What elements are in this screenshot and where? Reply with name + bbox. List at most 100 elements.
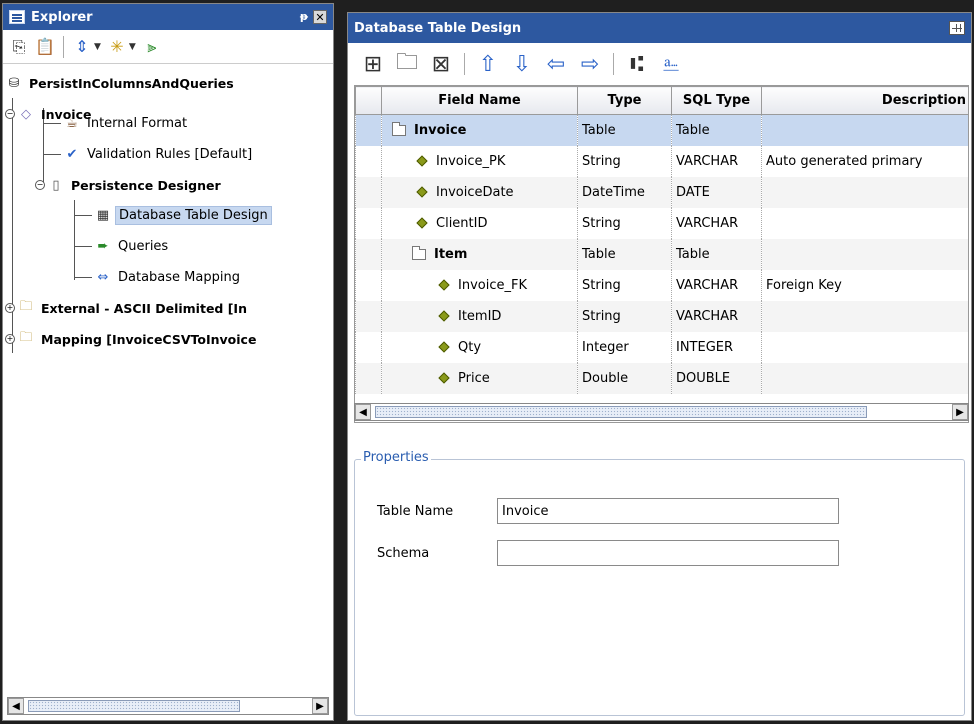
delete-icon[interactable]: ⊠ — [428, 51, 454, 77]
type-cell: Table — [577, 238, 672, 270]
field-diamond-icon — [416, 186, 428, 198]
explorer-toolbar: ⎘ 📋 ⇕ ▼ ✳ ▼ ⫸ — [3, 30, 333, 64]
column-header-type[interactable]: Type — [577, 86, 672, 115]
table-row[interactable]: ItemID String VARCHAR — [355, 300, 968, 332]
description-cell — [761, 331, 968, 363]
tree-line — [74, 277, 92, 278]
move-up-icon[interactable]: ⇧ — [475, 51, 501, 77]
explorer-tree: ⛁ PersistInColumnsAndQueries − ◇ Invoice… — [3, 64, 333, 353]
row-header — [355, 176, 382, 208]
column-header-sql-type[interactable]: SQL Type — [671, 86, 762, 115]
tree-line — [74, 246, 92, 247]
scroll-thumb[interactable] — [375, 406, 867, 418]
tree-item-persistence-designer[interactable]: − ▯ Persistence Designer — [35, 174, 224, 196]
row-header — [355, 362, 382, 394]
table-name-row: Table Name — [377, 498, 839, 524]
folder-new-icon — [412, 245, 426, 260]
scroll-left-icon[interactable]: ◀ — [8, 698, 24, 714]
add-folder-icon[interactable]: 🗀 — [394, 50, 420, 77]
sync-icon[interactable]: ⇕ — [72, 37, 92, 57]
tree-item-database-table-design[interactable]: ▦ Database Table Design — [94, 204, 272, 226]
tree-line — [74, 215, 92, 216]
move-left-icon[interactable]: ⇦ — [543, 51, 569, 77]
new-item-dropdown-icon[interactable]: ▼ — [129, 42, 136, 52]
row-header — [355, 331, 382, 363]
grid-icon[interactable] — [949, 21, 965, 35]
table-row[interactable]: Item Table Table — [355, 238, 968, 270]
copy-icon[interactable]: ⎘ — [9, 37, 29, 57]
tree-item-internal-format[interactable]: ☕ Internal Format — [63, 112, 190, 134]
table-row[interactable]: Qty Integer INTEGER — [355, 331, 968, 363]
properties-group: Properties Table Name Schema — [354, 450, 965, 716]
tree-item-queries[interactable]: ➨ Queries — [94, 235, 171, 257]
scroll-track[interactable] — [24, 698, 312, 714]
schema-input[interactable] — [497, 540, 839, 566]
tree-item-database-mapping[interactable]: ⇔ Database Mapping — [94, 266, 243, 288]
scroll-track[interactable] — [371, 404, 952, 420]
scroll-thumb[interactable] — [28, 700, 240, 712]
scroll-left-icon[interactable]: ◀ — [355, 404, 371, 420]
import-icon[interactable]: ⎁ — [658, 51, 684, 77]
table-row[interactable]: Invoice_PK String VARCHAR Auto generated… — [355, 145, 968, 177]
add-table-icon[interactable]: ⊞ — [360, 51, 386, 77]
folder-icon — [392, 121, 406, 136]
toolbar-separator — [464, 53, 465, 75]
sql-type-cell: DATE — [671, 176, 762, 208]
field-name-cell: Item — [434, 246, 468, 262]
tree-item-label: PersistInColumnsAndQueries — [29, 75, 234, 91]
expand-icon[interactable]: + — [5, 303, 15, 313]
table-row[interactable]: Price Double DOUBLE — [355, 362, 968, 394]
expand-icon[interactable]: + — [5, 334, 15, 344]
field-diamond-icon — [416, 155, 428, 167]
mapping-icon: ⇔ — [97, 269, 109, 285]
tree-line — [74, 200, 75, 280]
field-name-cell: Invoice_PK — [436, 153, 506, 169]
new-item-icon[interactable]: ✳ — [107, 37, 127, 57]
sync-dropdown-icon[interactable]: ▼ — [94, 42, 101, 52]
table-row[interactable]: Invoice_FK String VARCHAR Foreign Key — [355, 269, 968, 301]
designer-title: Database Table Design — [354, 20, 522, 36]
table-header-row: Field Name Type SQL Type Description — [355, 86, 968, 115]
pin-icon[interactable]: ᵽ — [297, 10, 311, 24]
tree-item-project[interactable]: ⛁ PersistInColumnsAndQueries — [5, 72, 237, 94]
tree-item-label: Database Mapping — [118, 269, 240, 285]
field-diamond-icon — [438, 341, 450, 353]
designer-titlebar: Database Table Design — [348, 13, 971, 43]
run-icon[interactable]: ⫸ — [142, 37, 162, 57]
explorer-hscrollbar[interactable]: ◀ ▶ — [7, 697, 329, 715]
scroll-right-icon[interactable]: ▶ — [312, 698, 328, 714]
field-diamond-icon — [438, 372, 450, 384]
move-right-icon[interactable]: ⇨ — [577, 51, 603, 77]
column-header-field-name[interactable]: Field Name — [381, 86, 578, 115]
table-name-input[interactable] — [497, 498, 839, 524]
row-header — [355, 238, 382, 270]
toolbar-separator — [63, 35, 64, 58]
query-arrow-icon: ➨ — [97, 238, 109, 254]
column-header-description[interactable]: Description — [761, 86, 968, 115]
tree-item-external[interactable]: + 🗀 External - ASCII Delimited [In — [5, 297, 250, 319]
table-row[interactable]: InvoiceDate DateTime DATE — [355, 176, 968, 208]
tree-item-mapping[interactable]: + 🗀 Mapping [InvoiceCSVToInvoice — [5, 328, 259, 350]
sql-type-cell: VARCHAR — [671, 300, 762, 332]
tree-icon[interactable]: ⑆ — [624, 51, 650, 77]
field-diamond-icon — [438, 279, 450, 291]
move-down-icon[interactable]: ⇩ — [509, 51, 535, 77]
tree-item-label: Queries — [118, 238, 169, 254]
close-icon[interactable]: ✕ — [313, 10, 327, 24]
collapse-icon[interactable]: − — [35, 180, 45, 190]
description-cell — [761, 300, 968, 332]
paste-icon[interactable]: 📋 — [35, 37, 55, 57]
type-cell: Integer — [577, 331, 672, 363]
sql-type-cell: VARCHAR — [671, 269, 762, 301]
table-row[interactable]: ClientID String VARCHAR — [355, 207, 968, 239]
table-hscrollbar[interactable]: ◀ ▶ — [354, 403, 969, 421]
schema-row: Schema — [377, 540, 839, 566]
beans-icon: ☕ — [66, 115, 78, 131]
type-cell: String — [577, 207, 672, 239]
tree-item-validation-rules[interactable]: ✔ Validation Rules [Default] — [63, 143, 255, 165]
type-cell: String — [577, 300, 672, 332]
designer-toolbar: ⊞ 🗀 ⊠ ⇧ ⇩ ⇦ ⇨ ⑆ ⎁ — [348, 43, 971, 85]
scroll-right-icon[interactable]: ▶ — [952, 404, 968, 420]
table-row[interactable]: Invoice Table Table — [355, 114, 968, 146]
collapse-icon[interactable]: − — [5, 109, 15, 119]
